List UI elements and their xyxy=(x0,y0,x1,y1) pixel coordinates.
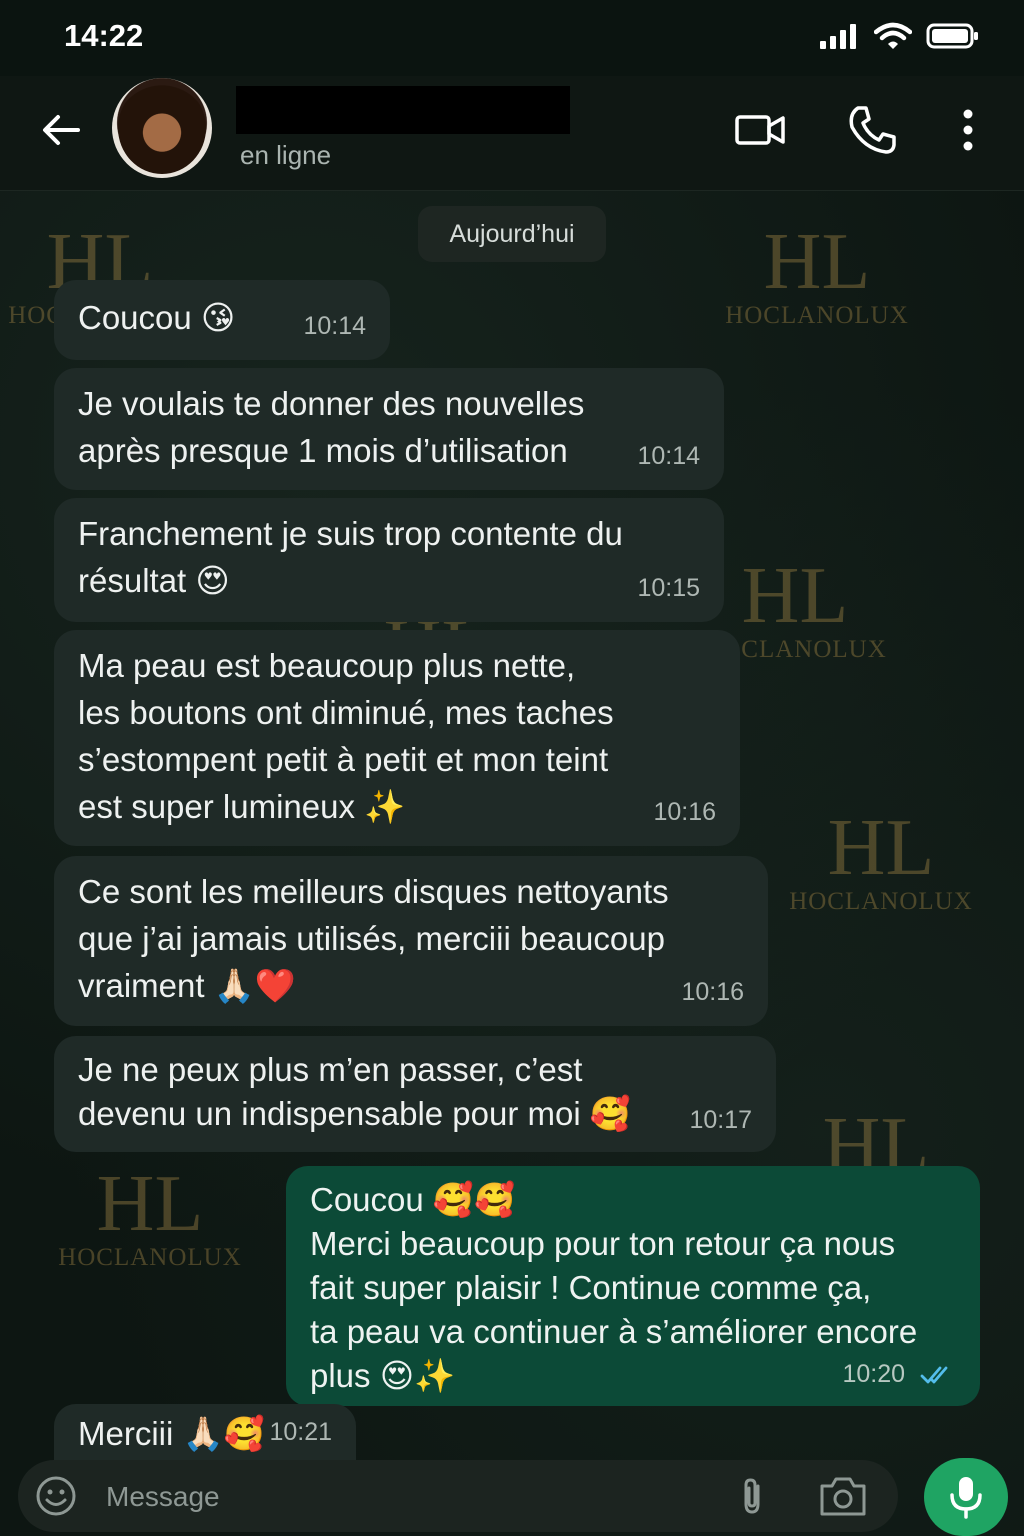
message-time: 10:21 xyxy=(269,1418,332,1446)
message-bubble-incoming[interactable]: Ce sont les meilleurs disques nettoyants… xyxy=(54,856,768,1026)
microphone-button[interactable] xyxy=(924,1458,1008,1536)
emoji-icon[interactable] xyxy=(34,1474,78,1518)
contact-status: en ligne xyxy=(240,140,332,170)
message-input[interactable] xyxy=(104,1476,668,1518)
battery-icon xyxy=(926,23,978,49)
wifi-icon xyxy=(874,22,912,49)
contact-name-redacted[interactable] xyxy=(236,86,570,134)
message-bubble-incoming[interactable]: Franchement je suis trop contente du rés… xyxy=(54,498,724,622)
watermark-logo: HL HOCLANOLUX xyxy=(789,804,973,915)
message-text: Ma peau est beaucoup plus nette, xyxy=(78,647,576,684)
message-time: 10:14 xyxy=(303,312,366,340)
signal-icon xyxy=(820,24,856,49)
video-call-icon[interactable] xyxy=(734,104,786,156)
status-time: 14:22 xyxy=(64,18,144,53)
message-time: 10:20 xyxy=(842,1360,906,1388)
watermark-logo: HL HOCLANOLUX xyxy=(725,218,909,329)
message-text: Franchement je suis trop contente du xyxy=(78,515,623,552)
watermark-logo: HL HOCLANOLUX xyxy=(58,1160,242,1271)
message-text: résultat 😍 xyxy=(78,562,230,599)
message-meta: 10:20 xyxy=(842,1352,956,1396)
camera-icon[interactable] xyxy=(818,1474,868,1518)
message-text: s’estompent petit à petit et mon teint xyxy=(78,741,609,778)
message-text: vraiment 🙏🏻❤️ xyxy=(78,967,296,1004)
paperclip-icon[interactable] xyxy=(732,1476,772,1516)
message-bubble-outgoing[interactable]: Coucou 🥰🥰 Merci beaucoup pour ton retour… xyxy=(286,1166,980,1406)
more-options-icon[interactable] xyxy=(944,104,992,156)
message-composer xyxy=(18,1460,898,1532)
message-time: 10:16 xyxy=(681,978,744,1006)
read-receipt-icon xyxy=(920,1366,948,1384)
phone-icon[interactable] xyxy=(846,104,898,156)
message-text: après presque 1 mois d’utilisation xyxy=(78,432,568,469)
status-bar: 14:22 xyxy=(0,0,1024,76)
avatar[interactable] xyxy=(112,78,212,178)
message-time: 10:16 xyxy=(653,798,716,826)
message-bubble-incoming[interactable]: Ma peau est beaucoup plus nette, les bou… xyxy=(54,630,740,846)
message-text: que j’ai jamais utilisés, merciii beauco… xyxy=(78,920,665,957)
message-text: devenu un indispensable pour moi 🥰 xyxy=(78,1095,631,1132)
date-separator: Aujourd’hui xyxy=(418,206,606,262)
message-bubble-incoming[interactable]: Je ne peux plus m’en passer, c’est deven… xyxy=(54,1036,776,1152)
message-text: ta peau va continuer à s’améliorer encor… xyxy=(310,1313,918,1350)
message-text: Je voulais te donner des nouvelles xyxy=(78,385,585,422)
message-text: fait super plaisir ! Continue comme ça, xyxy=(310,1269,872,1306)
message-text: Je ne peux plus m’en passer, c’est xyxy=(78,1051,583,1088)
message-bubble-incoming[interactable]: Je voulais te donner des nouvelles après… xyxy=(54,368,724,490)
message-text: les boutons ont diminué, mes taches xyxy=(78,694,614,731)
message-text: est super lumineux ✨ xyxy=(78,788,406,825)
status-icons xyxy=(820,22,980,50)
message-time: 10:17 xyxy=(689,1106,752,1134)
message-time: 10:14 xyxy=(637,442,700,470)
microphone-icon xyxy=(950,1477,982,1519)
message-bubble-incoming[interactable]: Coucou 😘 10:14 xyxy=(54,280,390,360)
message-text: Ce sont les meilleurs disques nettoyants xyxy=(78,873,669,910)
message-time: 10:15 xyxy=(637,574,700,602)
message-text: Coucou 🥰🥰 xyxy=(310,1181,516,1218)
chat-header: en ligne xyxy=(0,76,1024,191)
message-bubble-incoming[interactable]: Merciii 🙏🏻🥰 10:21 xyxy=(54,1404,356,1464)
back-arrow-icon[interactable] xyxy=(38,106,86,154)
message-text: Merci beaucoup pour ton retour ça nous xyxy=(310,1225,896,1262)
